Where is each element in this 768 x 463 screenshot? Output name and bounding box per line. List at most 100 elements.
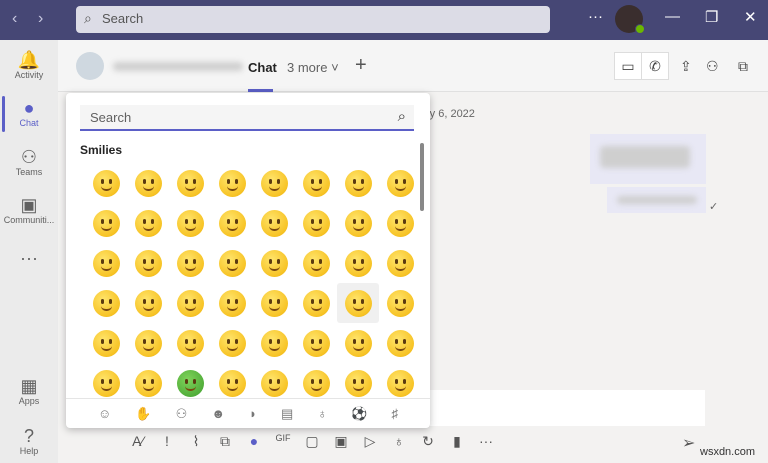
video-call-button[interactable]: ▭ (614, 52, 642, 80)
loop-icon[interactable]: ⧉ (215, 433, 235, 450)
rail-teams[interactable]: ⚇ Teams (0, 147, 58, 177)
emoji-item[interactable] (253, 203, 295, 243)
emoji-item[interactable] (379, 323, 421, 363)
emoji-item[interactable] (295, 283, 337, 323)
gif-icon[interactable]: GIF (273, 433, 293, 450)
emoji-item[interactable] (85, 243, 127, 283)
emoji-item[interactable] (253, 363, 295, 403)
emoji-item[interactable] (211, 363, 253, 403)
people-icon[interactable]: ⚇ (176, 406, 188, 422)
attach-icon[interactable]: ⌇ (186, 433, 206, 450)
people-icon[interactable]: ⚇ (706, 58, 719, 75)
emoji-item[interactable] (253, 323, 295, 363)
sticker-icon[interactable]: ▢ (302, 433, 322, 450)
emoji-item[interactable] (295, 163, 337, 203)
emoji-item[interactable] (127, 323, 169, 363)
popout-icon[interactable]: ⧉ (738, 58, 748, 75)
hand-icon[interactable]: ✋ (135, 406, 151, 422)
emoji-item[interactable] (169, 283, 211, 323)
emoji-item[interactable] (379, 363, 421, 403)
emoji-item[interactable] (211, 243, 253, 283)
emoji-item[interactable] (211, 323, 253, 363)
format-icon[interactable]: A⁄ (128, 433, 148, 450)
rail-chat[interactable]: ● Chat (0, 96, 58, 132)
emoji-item[interactable] (127, 283, 169, 323)
emoji-item[interactable] (253, 243, 295, 283)
emoji-item[interactable] (169, 363, 211, 403)
lightbulb-icon[interactable]: ♁ (317, 406, 327, 421)
animal-icon[interactable]: ☻ (211, 406, 225, 421)
emoji-item[interactable] (169, 203, 211, 243)
forward-button[interactable]: › (38, 10, 43, 28)
avatar[interactable] (615, 5, 645, 34)
emoji-item[interactable] (379, 203, 421, 243)
updates-icon[interactable]: ↻ (418, 433, 438, 450)
rail-apps[interactable]: ▦ Apps (0, 376, 58, 406)
send-button[interactable]: ➢ (682, 433, 695, 453)
emoji-search-input[interactable]: Search ⌕ (80, 105, 414, 131)
back-button[interactable]: ‹ (12, 10, 17, 28)
emoji-item[interactable] (127, 363, 169, 403)
emoji-item[interactable] (337, 243, 379, 283)
emoji-item[interactable] (295, 243, 337, 283)
more-icon[interactable]: ··· (476, 433, 496, 450)
tab-chat[interactable]: Chat (248, 60, 277, 75)
emoji-item[interactable] (85, 163, 127, 203)
scrollbar[interactable] (420, 143, 424, 211)
emoji-icon[interactable]: ● (244, 433, 264, 450)
emoji-item[interactable] (379, 283, 421, 323)
share-screen-icon[interactable]: ⇪ (680, 58, 692, 75)
rail-help[interactable]: ? Help (0, 426, 58, 456)
stream-icon[interactable]: ▷ (360, 433, 380, 450)
ball-icon[interactable]: ⚽ (351, 406, 367, 422)
rail-more[interactable]: ··· (0, 248, 58, 268)
emoji-item[interactable] (253, 283, 295, 323)
emoji-item[interactable] (85, 363, 127, 403)
food-icon[interactable]: ◗ (249, 406, 257, 421)
minimize-button[interactable]: — (665, 8, 680, 25)
schedule-icon[interactable]: ▣ (331, 433, 351, 450)
emoji-item[interactable] (337, 163, 379, 203)
apps-icon[interactable]: ▮ (447, 433, 467, 450)
add-tab-button[interactable]: + (355, 54, 367, 77)
emoji-item[interactable] (169, 323, 211, 363)
emoji-item[interactable] (337, 363, 379, 403)
travel-icon[interactable]: ▤ (281, 406, 293, 422)
maximize-button[interactable]: ❐ (705, 8, 718, 26)
rail-communities[interactable]: ▣ Communiti... (0, 195, 58, 225)
emoji-item[interactable] (253, 163, 295, 203)
message-compose-box[interactable] (430, 390, 705, 426)
emoji-item[interactable] (85, 323, 127, 363)
search-input[interactable]: ⌕ Search (76, 6, 550, 33)
emoji-item[interactable] (337, 283, 379, 323)
emoji-item[interactable] (337, 203, 379, 243)
emoji-item[interactable] (127, 163, 169, 203)
more-button[interactable]: ··· (588, 8, 603, 25)
important-icon[interactable]: ! (157, 433, 177, 450)
emoji-item[interactable] (211, 203, 253, 243)
emoji-item[interactable] (379, 243, 421, 283)
emoji-item[interactable] (169, 243, 211, 283)
symbol-icon[interactable]: ♯ (391, 406, 398, 421)
tab-more[interactable]: 3 more ˅ (287, 60, 339, 75)
emoji-item[interactable] (211, 283, 253, 323)
emoji-item[interactable] (295, 323, 337, 363)
praise-icon[interactable]: ♁ (389, 433, 409, 450)
close-button[interactable]: ✕ (744, 8, 757, 26)
emoji-item[interactable] (379, 163, 421, 203)
chat-icon: ● (23, 98, 35, 118)
smiley-icon[interactable]: ☺ (98, 406, 111, 421)
emoji-item[interactable] (337, 323, 379, 363)
emoji-item[interactable] (295, 363, 337, 403)
emoji-item[interactable] (211, 163, 253, 203)
emoji-face-icon (218, 209, 246, 237)
emoji-item[interactable] (85, 203, 127, 243)
emoji-item[interactable] (85, 283, 127, 323)
rail-activity[interactable]: 🔔 Activity (0, 50, 58, 80)
emoji-item[interactable] (127, 203, 169, 243)
audio-call-button[interactable]: ✆ (641, 52, 669, 80)
contact-avatar[interactable] (76, 52, 104, 80)
emoji-item[interactable] (169, 163, 211, 203)
emoji-item[interactable] (295, 203, 337, 243)
emoji-item[interactable] (127, 243, 169, 283)
